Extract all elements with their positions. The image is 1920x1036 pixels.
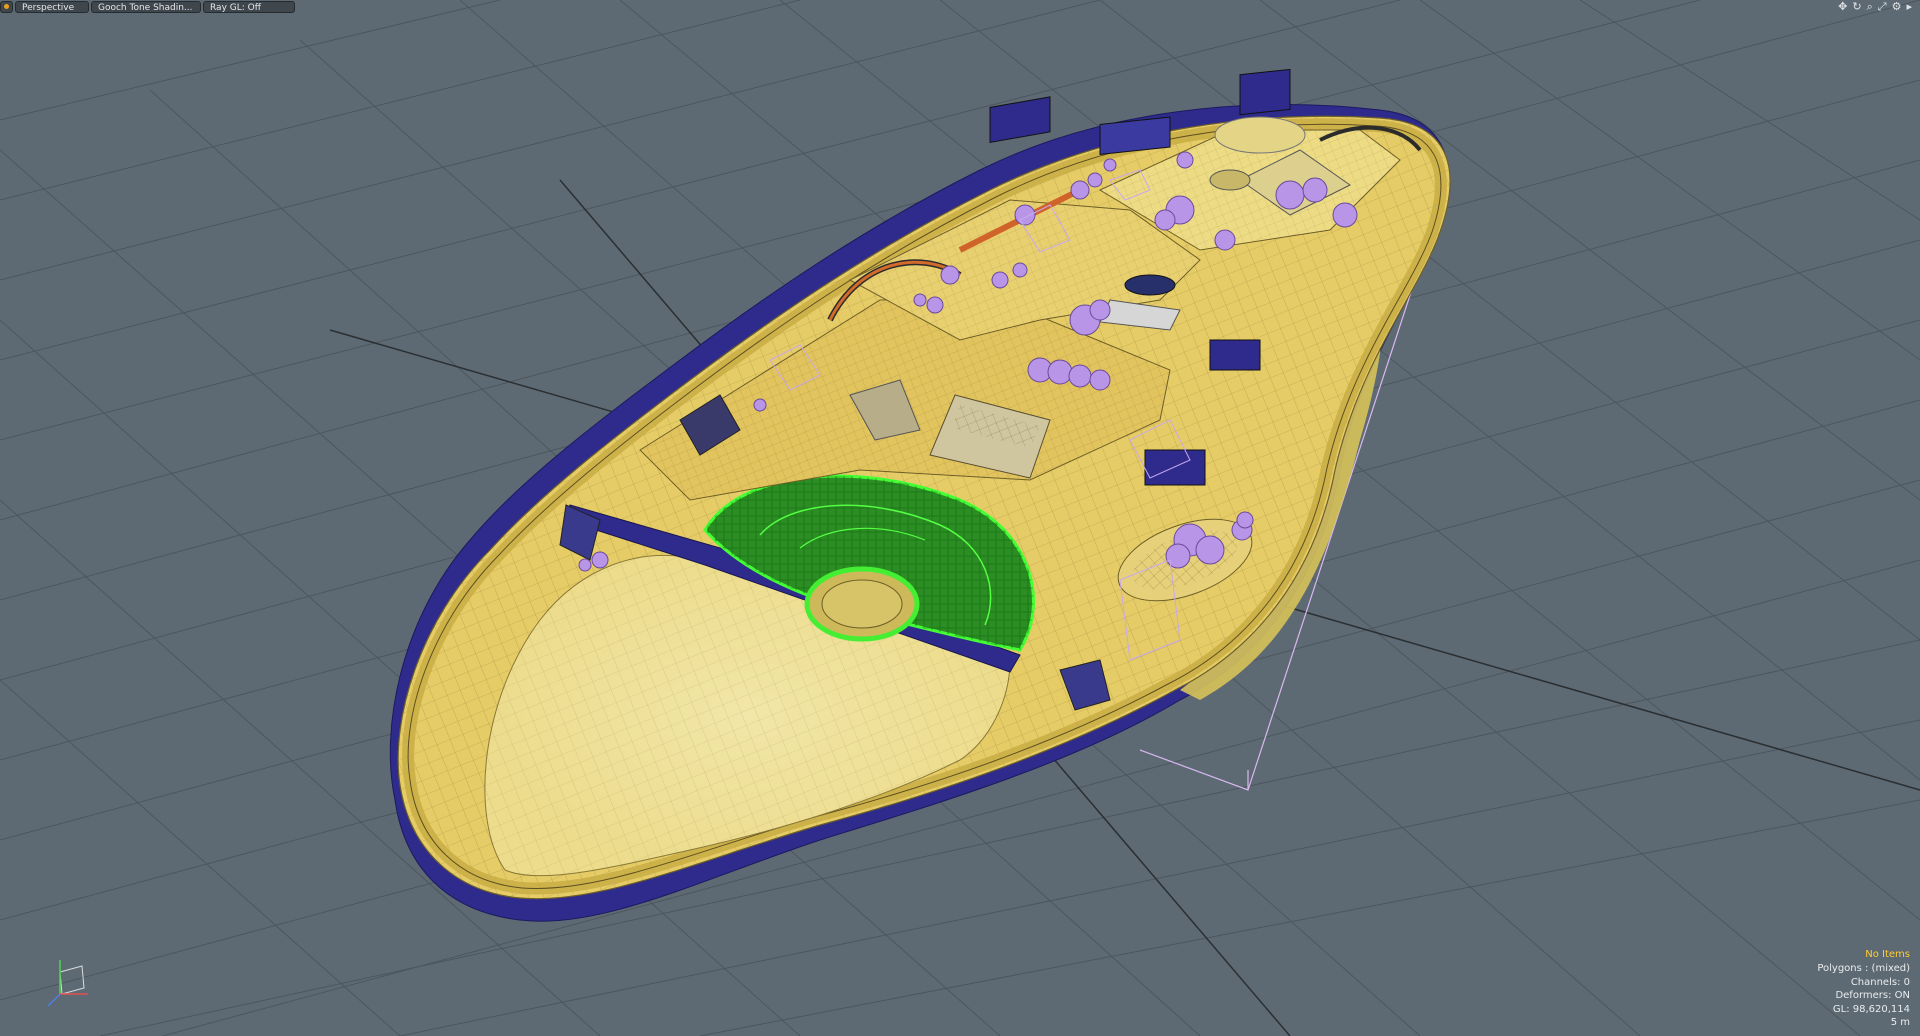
polygons-status: Polygons : (mixed) [1817, 963, 1910, 975]
viewport-info: No Items Polygons : (mixed) Channels: 0 … [1817, 948, 1910, 1030]
selection-status: No Items [1865, 949, 1910, 961]
settings-gear-icon[interactable]: ⚙ [1892, 0, 1902, 13]
rotate-view-icon[interactable]: ↻ [1852, 0, 1861, 13]
deformers-status: Deformers: ON [1835, 990, 1910, 1002]
viewport-menu-icon[interactable] [0, 0, 13, 13]
3d-viewport[interactable] [0, 0, 1920, 1036]
move-view-icon[interactable]: ✥ [1838, 0, 1847, 13]
z-axis-icon [47, 993, 61, 1007]
viewport-canvas[interactable] [0, 0, 1920, 1036]
channels-status: Channels: 0 [1850, 976, 1910, 988]
axis-gizmo [47, 960, 88, 1007]
fit-view-icon[interactable]: ⤢ [1878, 0, 1887, 13]
viewport-toolbar: Perspective Gooch Tone Shadin... Ray GL:… [0, 0, 295, 13]
ship-model [389, 68, 1451, 922]
raygl-toggle-button[interactable]: Ray GL: Off [203, 0, 295, 13]
zoom-view-icon[interactable]: ⌕ [1867, 0, 1873, 13]
gl-status: GL: 98,620,114 [1832, 1003, 1910, 1015]
viewport-nav-icons: ✥ ↻ ⌕ ⤢ ⚙ ▸ [1838, 0, 1912, 13]
grid-scale: 5 m [1890, 1017, 1910, 1029]
perspective-view-button[interactable]: Perspective [15, 0, 89, 13]
shading-mode-button[interactable]: Gooch Tone Shadin... [91, 0, 201, 13]
expand-arrow-icon[interactable]: ▸ [1906, 0, 1912, 13]
